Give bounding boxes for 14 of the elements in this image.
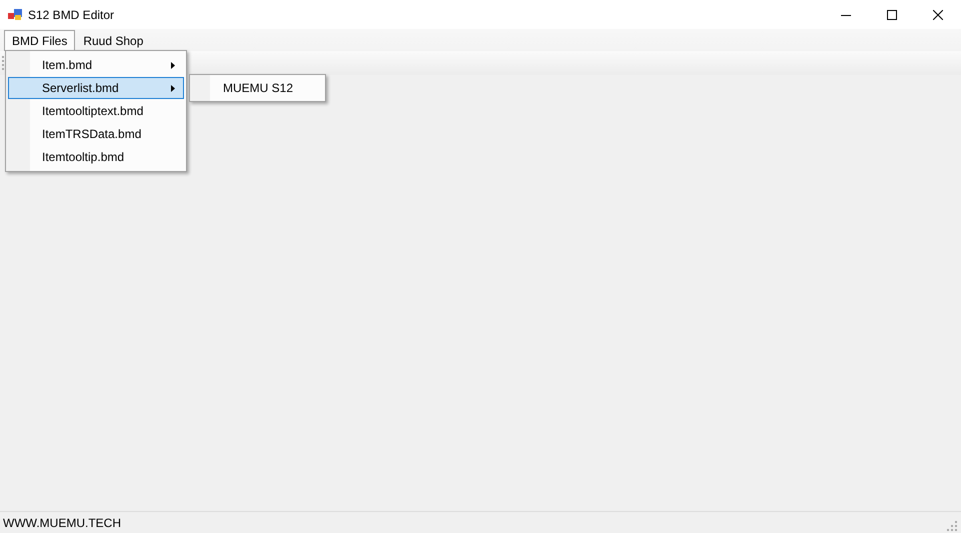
- menu-entry[interactable]: Itemtooltip.bmd: [8, 146, 184, 168]
- menu-entry[interactable]: Item.bmd: [8, 54, 184, 76]
- resize-grip-icon: [947, 521, 957, 531]
- close-icon: [933, 10, 943, 20]
- app-icon: [8, 8, 22, 20]
- menu-item[interactable]: Ruud Shop: [75, 30, 152, 51]
- menu-item[interactable]: BMD Files: [4, 30, 76, 51]
- menu-entry[interactable]: Itemtooltiptext.bmd: [8, 100, 184, 122]
- menu-entry[interactable]: ItemTRSData.bmd: [8, 123, 184, 145]
- status-text: WWW.MUEMU.TECH: [3, 516, 121, 530]
- menu-entry[interactable]: Serverlist.bmd: [8, 77, 184, 99]
- maximize-icon: [887, 10, 897, 20]
- window-title: S12 BMD Editor: [28, 8, 114, 22]
- menu-entry[interactable]: MUEMU S12: [192, 77, 323, 99]
